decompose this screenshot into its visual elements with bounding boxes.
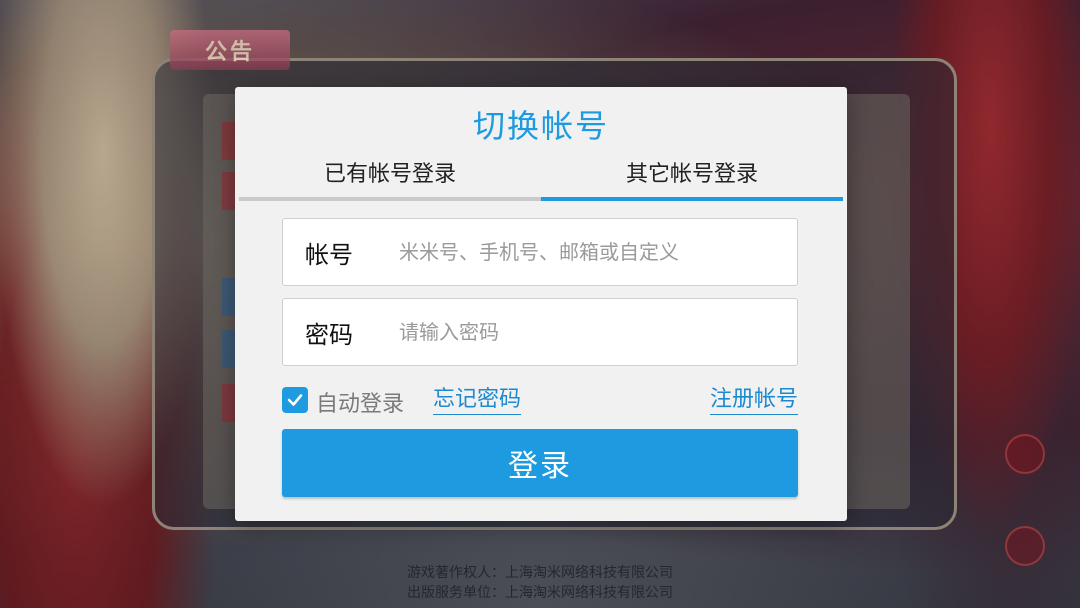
account-field: 帐号 (282, 218, 798, 286)
login-button[interactable]: 登录 (282, 429, 798, 497)
side-menu-icon (1005, 434, 1045, 474)
tab-underline (239, 197, 541, 201)
tab-underline-active (541, 197, 843, 201)
tab-label: 其它帐号登录 (625, 162, 758, 187)
copyright-publisher: 出版服务单位：上海淘米网络科技有限公司 (407, 585, 673, 601)
auto-login-label: 自动登录 (316, 392, 405, 417)
checkmark-icon (287, 394, 303, 406)
tab-other-account[interactable]: 其它帐号登录 (541, 159, 843, 201)
password-field: 密码 (282, 298, 798, 366)
login-tabs: 已有帐号登录 其它帐号登录 (239, 159, 843, 201)
auto-login-checkbox[interactable] (282, 387, 308, 413)
switch-account-dialog: 切换帐号 已有帐号登录 其它帐号登录 帐号 密码 自动登录 忘记密码 注册帐号 … (235, 87, 847, 521)
dialog-title: 切换帐号 (472, 107, 609, 145)
account-label: 帐号 (305, 240, 353, 269)
tab-label: 已有帐号登录 (323, 162, 456, 187)
password-input[interactable] (399, 299, 797, 365)
side-menu-icon (1005, 526, 1045, 566)
tab-existing-account[interactable]: 已有帐号登录 (239, 159, 541, 201)
login-options: 自动登录 忘记密码 注册帐号 (282, 384, 798, 418)
copyright-author: 游戏著作权人：上海淘米网络科技有限公司 (407, 565, 673, 581)
password-label: 密码 (305, 320, 353, 349)
account-input[interactable] (399, 219, 797, 285)
notice-banner: 公告 (170, 30, 290, 70)
forgot-password-link[interactable]: 忘记密码 (433, 386, 522, 415)
register-account-link[interactable]: 注册帐号 (709, 386, 798, 415)
